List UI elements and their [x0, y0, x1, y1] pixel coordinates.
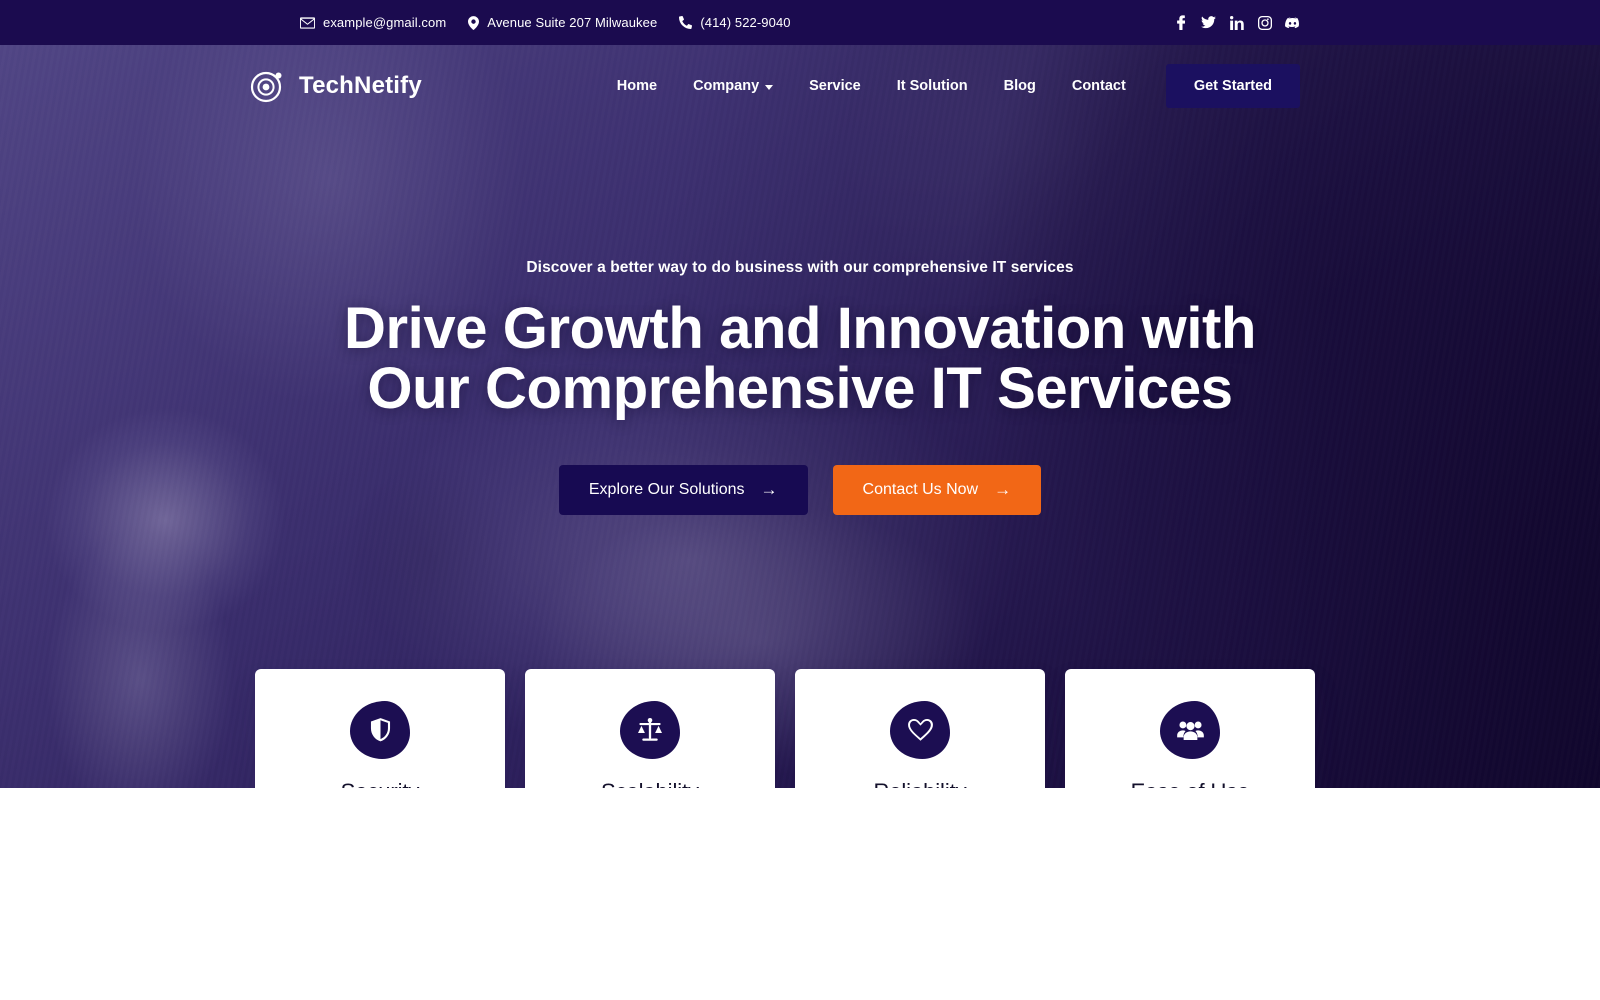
contact-us-now-button[interactable]: Contact Us Now →: [832, 464, 1042, 515]
nav-item-home[interactable]: Home: [599, 68, 675, 104]
feature-card-security[interactable]: Security Keep your data secure with our …: [255, 669, 505, 788]
heart-icon: [890, 701, 950, 759]
social-links: [1173, 15, 1300, 31]
top-contact-info: example@gmail.com Avenue Suite 207 Milwa…: [300, 15, 791, 30]
feature-card-scalability[interactable]: Scalability As your business grows, so d…: [525, 669, 775, 788]
explore-our-solutions-button[interactable]: Explore Our Solutions →: [558, 464, 808, 515]
contact-phone[interactable]: (414) 522-9040: [679, 15, 791, 30]
scales-balance-icon: [620, 701, 680, 759]
get-started-button[interactable]: Get Started: [1165, 64, 1300, 108]
feature-title: Security: [277, 779, 483, 788]
twitter-icon[interactable]: [1201, 15, 1216, 31]
nav-item-label: It Solution: [896, 78, 968, 94]
linkedin-icon[interactable]: [1229, 15, 1244, 31]
brand-name: TechNetify: [299, 72, 422, 99]
hero-content: Discover a better way to do business wit…: [0, 127, 1600, 515]
feature-cards: Security Keep your data secure with our …: [255, 669, 1315, 788]
feature-card-reliability[interactable]: Reliability Downtime is not an option. O…: [795, 669, 1045, 788]
hero-title: Drive Growth and Innovation with Our Com…: [0, 296, 1600, 422]
users-group-icon: [1160, 701, 1220, 759]
feature-card-ease-of-use[interactable]: Ease of Use Our intuitive interface make…: [1065, 669, 1315, 788]
contact-phone-text: (414) 522-9040: [700, 15, 791, 30]
envelope-icon: [300, 16, 315, 29]
nav-item-label: Contact: [1071, 78, 1126, 94]
phone-icon: [679, 16, 693, 29]
contact-email-text: example@gmail.com: [323, 15, 447, 30]
nav-item-label: Home: [616, 78, 658, 94]
brand-logo[interactable]: TechNetify: [250, 68, 422, 104]
nav-item-label: Company: [693, 78, 760, 94]
contact-address[interactable]: Avenue Suite 207 Milwaukee: [468, 15, 657, 30]
hero-title-line-1: Drive Growth and Innovation with: [344, 296, 1256, 361]
instagram-icon[interactable]: [1257, 15, 1272, 31]
shield-icon: [350, 701, 410, 759]
page-body-below-hero: [0, 788, 1600, 1000]
facebook-icon[interactable]: [1173, 15, 1188, 31]
contact-address-text: Avenue Suite 207 Milwaukee: [487, 15, 658, 30]
hero-title-line-2: Our Comprehensive IT Services: [367, 356, 1233, 422]
feature-title: Ease of Use: [1087, 779, 1293, 788]
main-navigation: TechNetify Home Company Service It Solut…: [0, 45, 1600, 127]
nav-item-label: Blog: [1003, 78, 1036, 94]
arrow-right-icon: →: [760, 480, 778, 500]
feature-title: Scalability: [547, 779, 753, 788]
nav-right-group: Home Company Service It Solution Blog Co…: [599, 64, 1300, 108]
nav-item-company[interactable]: Company: [675, 68, 791, 104]
hero-section: example@gmail.com Avenue Suite 207 Milwa…: [0, 0, 1600, 788]
nav-item-it-solution[interactable]: It Solution: [879, 68, 986, 104]
nav-item-contact[interactable]: Contact: [1054, 68, 1144, 104]
contact-email[interactable]: example@gmail.com: [300, 15, 446, 30]
discord-icon[interactable]: [1285, 15, 1300, 31]
explore-button-label: Explore Our Solutions: [588, 480, 745, 498]
nav-item-service[interactable]: Service: [791, 68, 879, 104]
map-pin-icon: [468, 15, 480, 30]
arrow-right-icon: →: [994, 480, 1012, 500]
hero-cta-group: Explore Our Solutions → Contact Us Now →: [0, 464, 1600, 515]
chevron-down-icon: [765, 84, 774, 90]
nav-links: Home Company Service It Solution Blog Co…: [599, 68, 1144, 104]
contact-button-label: Contact Us Now: [862, 480, 979, 498]
nav-item-label: Service: [809, 78, 861, 94]
hero-kicker: Discover a better way to do business wit…: [526, 259, 1074, 276]
nav-item-blog[interactable]: Blog: [986, 68, 1054, 104]
orbit-circle-icon: [250, 68, 286, 104]
feature-title: Reliability: [817, 779, 1023, 788]
top-contact-bar: example@gmail.com Avenue Suite 207 Milwa…: [0, 0, 1600, 45]
